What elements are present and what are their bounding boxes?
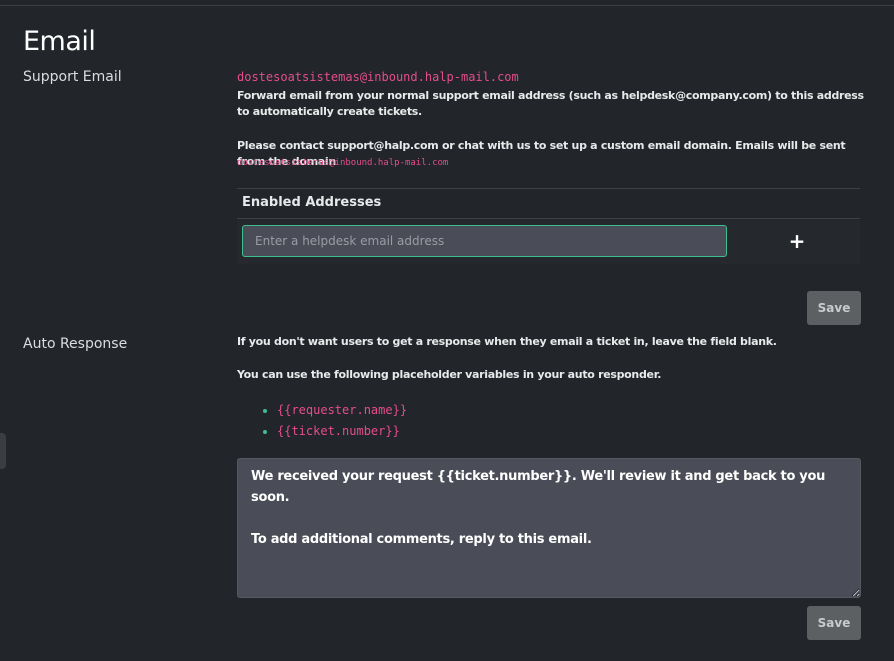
auto-response-textarea[interactable]: We received your request {{ticket.number… bbox=[237, 458, 861, 598]
placeholder-variable-list: {{requester.name}} {{ticket.number}} bbox=[259, 400, 407, 442]
top-divider bbox=[0, 5, 894, 6]
support-email-label: Support Email bbox=[23, 69, 122, 85]
sidebar-collapse-handle[interactable] bbox=[0, 433, 6, 469]
placeholder-requester-name: {{requester.name}} bbox=[277, 403, 408, 417]
placeholder-ticket-number: {{ticket.number}} bbox=[277, 424, 400, 438]
enabled-addresses-heading: Enabled Addresses bbox=[242, 195, 382, 210]
forward-instructions: Forward email from your normal support e… bbox=[237, 89, 864, 118]
list-item: {{requester.name}} bbox=[277, 400, 407, 421]
page-title: Email bbox=[23, 26, 96, 57]
domain-address: dostesoatsistemas@inbound.halp-mail.com bbox=[237, 158, 449, 168]
save-auto-response-button[interactable]: Save bbox=[807, 606, 861, 640]
enabled-addresses-top-divider bbox=[237, 188, 860, 189]
save-email-button[interactable]: Save bbox=[807, 291, 861, 325]
auto-response-blank-hint: If you don't want users to get a respons… bbox=[237, 335, 777, 348]
helpdesk-email-input[interactable] bbox=[242, 225, 727, 257]
auto-response-variables-hint: You can use the following placeholder va… bbox=[237, 368, 662, 381]
support-email-address: dostesoatsistemas@inbound.halp-mail.com bbox=[237, 70, 519, 84]
add-address-plus-icon[interactable]: + bbox=[785, 229, 809, 253]
auto-response-label: Auto Response bbox=[23, 336, 128, 352]
enabled-addresses-header-divider bbox=[237, 218, 860, 219]
list-item: {{ticket.number}} bbox=[277, 421, 407, 442]
